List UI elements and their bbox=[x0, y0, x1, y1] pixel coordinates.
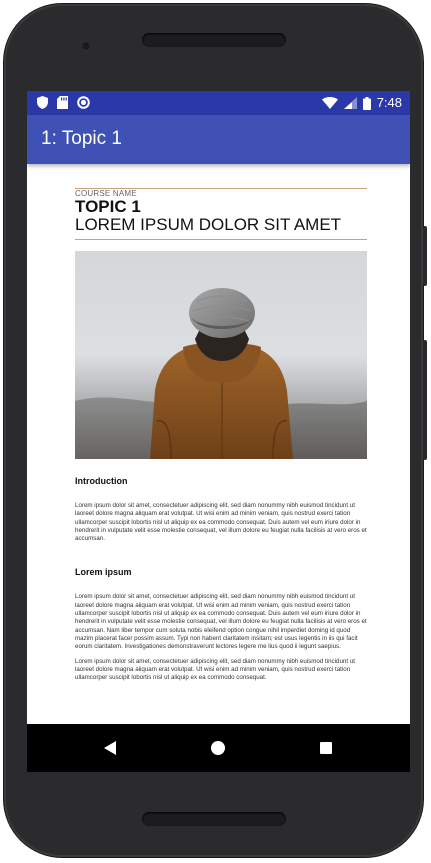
app-bar-title: 1: Topic 1 bbox=[41, 128, 122, 149]
power-button bbox=[423, 226, 427, 286]
navigation-bar bbox=[27, 724, 410, 772]
wifi-icon bbox=[321, 97, 338, 109]
document-scroll-view[interactable]: COURSE NAME TOPIC 1 LOREM IPSUM DOLOR SI… bbox=[27, 164, 410, 724]
topic-title: TOPIC 1 bbox=[75, 197, 141, 216]
record-icon bbox=[77, 96, 90, 109]
front-camera bbox=[82, 42, 90, 50]
person-in-beanie-illustration bbox=[75, 251, 367, 459]
volume-button bbox=[423, 340, 427, 460]
course-document: COURSE NAME TOPIC 1 LOREM IPSUM DOLOR SI… bbox=[75, 188, 367, 682]
status-bar: 7:48 bbox=[27, 91, 410, 115]
section-paragraph: Lorem ipsum dolor sit amet, consectetuer… bbox=[75, 593, 367, 651]
shield-icon bbox=[37, 96, 48, 109]
signal-icon bbox=[343, 97, 357, 109]
home-icon[interactable] bbox=[211, 741, 225, 755]
app-bar: 1: Topic 1 bbox=[27, 115, 410, 164]
status-time: 7:48 bbox=[376, 95, 402, 110]
topic-subtitle: LOREM IPSUM DOLOR SIT AMET bbox=[75, 215, 342, 234]
recents-icon[interactable] bbox=[320, 742, 332, 754]
back-icon[interactable] bbox=[104, 741, 116, 755]
top-speaker bbox=[142, 33, 286, 47]
phone-frame: 7:48 1: Topic 1 COURSE NAME TOPIC 1 LORE… bbox=[4, 4, 423, 857]
device-screen: 7:48 1: Topic 1 COURSE NAME TOPIC 1 LORE… bbox=[27, 91, 410, 772]
sd-card-icon bbox=[57, 96, 68, 109]
section-paragraph: Lorem ipsum dolor sit amet, consectetuer… bbox=[75, 657, 355, 682]
battery-icon bbox=[362, 96, 371, 110]
bottom-speaker bbox=[142, 812, 286, 826]
section-heading-introduction: Introduction bbox=[75, 476, 128, 486]
hero-image bbox=[75, 251, 367, 459]
bottom-divider bbox=[75, 239, 367, 240]
section-heading-lorem-ipsum: Lorem ipsum bbox=[75, 567, 132, 578]
section-paragraph: Lorem ipsum dolor sit amet, consectetuer… bbox=[75, 502, 367, 543]
